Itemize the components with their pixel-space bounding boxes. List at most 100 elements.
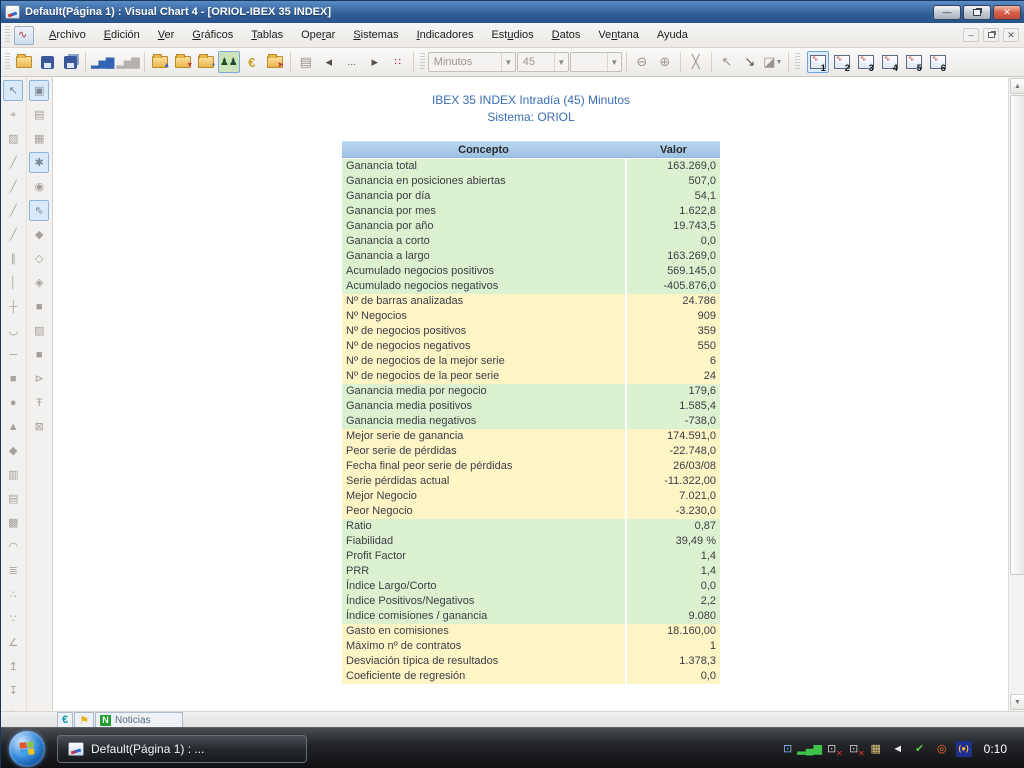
camera-tool-icon[interactable]: ◉ xyxy=(29,176,49,197)
signal-strength-icon[interactable]: ▂▄▆ xyxy=(802,741,818,757)
updates-icon[interactable]: ✔ xyxy=(912,741,928,757)
parallel-lines-tool-icon[interactable]: ∥ xyxy=(3,248,23,269)
diamond-solid-icon[interactable]: ◆ xyxy=(29,224,49,245)
diamond-half-icon[interactable]: ◈ xyxy=(29,272,49,293)
menu-estudios[interactable]: Estudios xyxy=(482,26,542,44)
trendline-tool-icon[interactable]: ╱ xyxy=(3,152,23,173)
block2-icon[interactable]: ■ xyxy=(29,344,49,365)
open-chart-button[interactable]: ▴ xyxy=(149,51,171,73)
period-dropdown[interactable]: Minutos ▼ xyxy=(428,52,516,72)
note-tool-icon[interactable]: ≣ xyxy=(3,560,23,581)
zoom-in-button[interactable]: ⊕ xyxy=(654,51,676,73)
pointer-tool-icon[interactable]: ↖ xyxy=(3,80,23,101)
page-1-button[interactable]: ∿1 xyxy=(807,51,829,73)
horizontal-line-tool-icon[interactable]: ─ xyxy=(3,344,23,365)
page-6-button[interactable]: ∿6 xyxy=(927,51,949,73)
tstat-icon[interactable]: Ŧ xyxy=(29,392,49,413)
arrow-down-tool-icon[interactable]: ↧ xyxy=(3,680,23,701)
eraser-button[interactable]: ◪▼ xyxy=(762,51,784,73)
menu-ayuda[interactable]: Ayuda xyxy=(648,26,697,44)
open-button[interactable] xyxy=(13,51,35,73)
angle-tool-icon[interactable]: ∠ xyxy=(3,632,23,653)
block-icon[interactable]: ■ xyxy=(29,296,49,317)
arrow-up-tool-icon[interactable]: ↥ xyxy=(3,656,23,677)
pointer-mode-button[interactable]: ↖ xyxy=(716,51,738,73)
menu-indicadores[interactable]: Indicadores xyxy=(408,26,483,44)
pattern-tool-icon[interactable]: ▨ xyxy=(3,128,23,149)
compression-dropdown[interactable]: 45 ▼ xyxy=(517,52,569,72)
page-4-button[interactable]: ∿4 xyxy=(879,51,901,73)
trading-access-button[interactable]: € xyxy=(241,51,263,73)
device-icon[interactable]: ▦ xyxy=(868,741,884,757)
mdi-close-button[interactable]: ✕ xyxy=(1003,28,1019,42)
toolbar-grip-4[interactable] xyxy=(795,53,800,71)
systems-stats-button[interactable]: ♟♟ xyxy=(218,51,240,73)
trendline2-tool-icon[interactable]: ╱ xyxy=(3,176,23,197)
menu-archivo[interactable]: Archivo xyxy=(40,26,95,44)
zoom-out-button[interactable]: ⊖ xyxy=(631,51,653,73)
trendline3-tool-icon[interactable]: ╱ xyxy=(3,200,23,221)
mdi-restore-button[interactable] xyxy=(983,28,999,42)
menu-operar[interactable]: Operar xyxy=(292,26,344,44)
pin-tool-icon[interactable]: ⌖ xyxy=(3,104,23,125)
mdi-minimize-button[interactable]: – xyxy=(963,28,979,42)
new-chart-button[interactable]: ▂▅▇ xyxy=(90,51,114,73)
page-2-button[interactable]: ∿2 xyxy=(831,51,853,73)
link-nodes-button[interactable]: ∷ xyxy=(387,51,409,73)
grid-tool-icon[interactable]: ▦ xyxy=(29,128,49,149)
regression-tool-icon[interactable]: ∵ xyxy=(3,608,23,629)
arc-tool-icon[interactable]: ◠ xyxy=(3,536,23,557)
network-disconnected-icon[interactable]: ⊡✕ xyxy=(824,741,840,757)
curve-tool-icon[interactable]: ◡ xyxy=(3,320,23,341)
menu-ver[interactable]: Ver xyxy=(149,26,184,44)
start-button[interactable] xyxy=(9,731,45,767)
menu-datos[interactable]: Datos xyxy=(543,26,590,44)
close-button[interactable]: ✕ xyxy=(993,5,1021,20)
ellipsis-button[interactable]: … xyxy=(341,51,363,73)
wireless-icon[interactable]: (●) xyxy=(956,741,972,757)
tab-alerts[interactable]: ⚑ xyxy=(74,712,94,727)
trendline4-tool-icon[interactable]: ╱ xyxy=(3,224,23,245)
grid-lines-tool-icon[interactable]: ▤ xyxy=(3,488,23,509)
antivirus-icon[interactable]: ◎ xyxy=(934,741,950,757)
page-5-button[interactable]: ∿5 xyxy=(903,51,925,73)
menu-edicin[interactable]: Edición xyxy=(95,26,149,44)
chart-disabled-button[interactable]: ▂▅▇ xyxy=(115,51,139,73)
scrollbar-thumb[interactable] xyxy=(1010,95,1024,575)
chart-window-icon[interactable] xyxy=(14,26,34,45)
layers-tool-icon[interactable]: ▤ xyxy=(29,104,49,125)
select-box-tool-icon[interactable]: ⇖ xyxy=(29,200,49,221)
export-button[interactable]: ➤ xyxy=(264,51,286,73)
taskbar-app-button[interactable]: Default(Página 1) : ... xyxy=(57,735,307,763)
menu-ventana[interactable]: Ventana xyxy=(589,26,647,44)
save-button[interactable] xyxy=(36,51,58,73)
minimize-button[interactable]: — xyxy=(933,5,961,20)
scatter-tool-icon[interactable]: ∴ xyxy=(3,584,23,605)
toolbar-grip-3[interactable] xyxy=(420,53,425,71)
next-button[interactable]: ▸ xyxy=(364,51,386,73)
vertical-scrollbar[interactable]: ▲ ▼ xyxy=(1008,77,1024,711)
properties-button[interactable]: ▤ xyxy=(295,51,317,73)
scroll-down-icon[interactable]: ▼ xyxy=(1010,694,1024,710)
tab-euro[interactable]: € xyxy=(57,712,73,727)
prev-button[interactable]: ◂ xyxy=(318,51,340,73)
hatch-tool-icon[interactable]: ▩ xyxy=(3,512,23,533)
tab-noticias[interactable]: N Noticias xyxy=(95,712,183,727)
network-computer-icon[interactable]: ⊡ xyxy=(780,741,796,757)
compress-bars-button[interactable]: ╳ xyxy=(685,51,707,73)
rectangle-tool-icon[interactable]: ■ xyxy=(3,368,23,389)
network-disconnected2-icon[interactable]: ⊡✕ xyxy=(846,741,862,757)
select-mode-button[interactable]: ↘ xyxy=(739,51,761,73)
channel-tool-icon[interactable]: ▥ xyxy=(3,464,23,485)
menu-sistemas[interactable]: Sistemas xyxy=(344,26,407,44)
pattern-block-icon[interactable]: ▨ xyxy=(29,320,49,341)
toolbar-grip[interactable] xyxy=(5,26,10,44)
diamond-tool-icon[interactable]: ◆ xyxy=(3,440,23,461)
window-tool-icon[interactable]: ▣ xyxy=(29,80,49,101)
menu-tablas[interactable]: Tablas xyxy=(242,26,292,44)
close-box-icon[interactable]: ⊠ xyxy=(29,416,49,437)
scroll-up-icon[interactable]: ▲ xyxy=(1010,78,1024,94)
menu-grficos[interactable]: Gráficos xyxy=(183,26,242,44)
vertical-line-tool-icon[interactable]: │ xyxy=(3,272,23,293)
diamond-outline-icon[interactable]: ◇ xyxy=(29,248,49,269)
